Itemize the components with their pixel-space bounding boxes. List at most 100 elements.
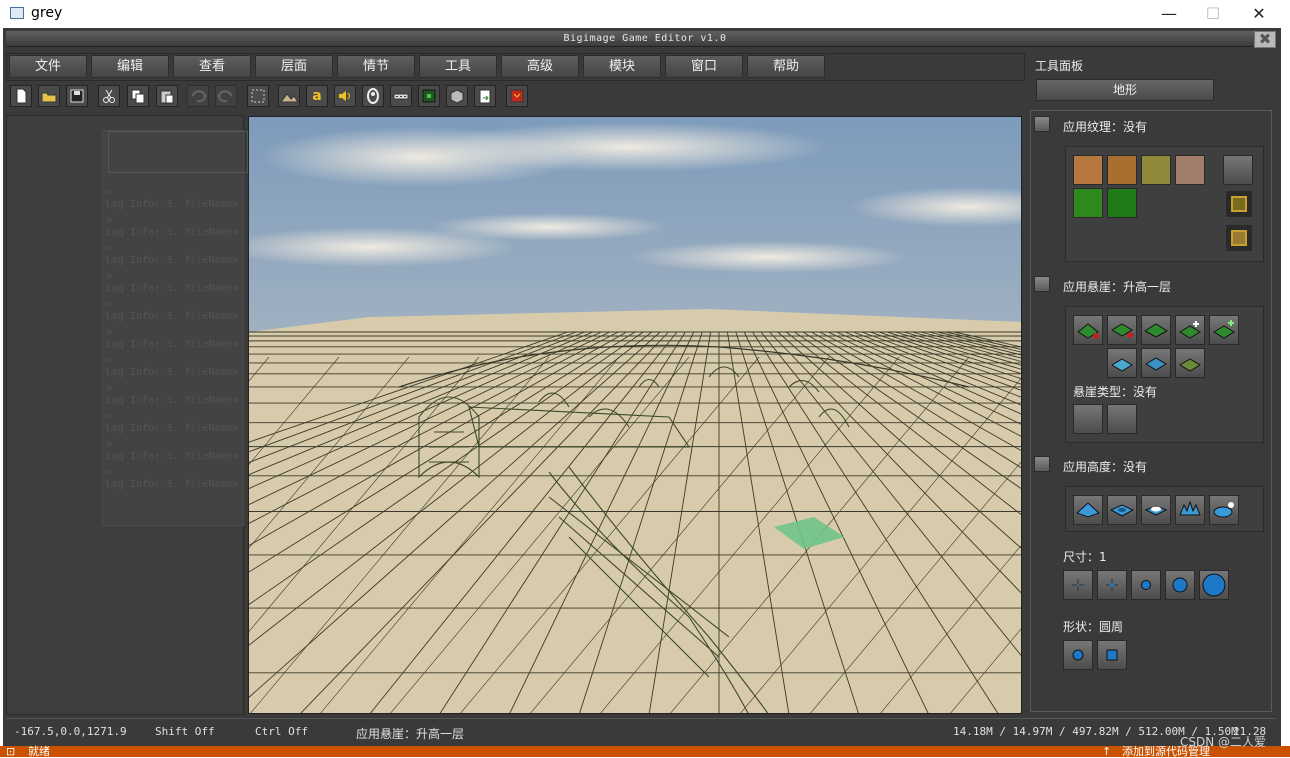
cliff-lower2-icon[interactable] — [1107, 315, 1137, 345]
texture-rock-swatch[interactable] — [1175, 155, 1205, 185]
host-status-icon: ⊡ — [6, 745, 16, 758]
editor-title: Bigimage Game Editor v1.0 — [563, 33, 727, 44]
texture-fill-icon[interactable] — [1226, 191, 1252, 217]
terrain-mode-button[interactable]: 地形 — [1036, 79, 1214, 101]
brush-circle-icon[interactable] — [1063, 640, 1093, 670]
cliff-type-button-1[interactable] — [1073, 404, 1103, 434]
tool-panel-title: 工具面板 — [1035, 59, 1084, 73]
maximize-button[interactable]: ☐ — [1190, 0, 1236, 28]
cut-icon[interactable] — [98, 85, 120, 107]
terrain-icon[interactable] — [278, 85, 300, 107]
menu-plot[interactable]: 情节 — [337, 55, 415, 78]
height-plateau-icon[interactable] — [1141, 495, 1171, 525]
brush-size-label: 尺寸：1 — [1063, 550, 1107, 564]
object-box-icon[interactable] — [446, 85, 468, 107]
brush-size-4-icon[interactable] — [1165, 570, 1195, 600]
log-line: Log Info: 3. fileName= — [106, 339, 239, 350]
menu-tools[interactable]: 工具 — [419, 55, 497, 78]
minimize-button[interactable]: — — [1146, 0, 1192, 28]
apply-cliff-checkbox[interactable] — [1034, 276, 1050, 292]
select-rect-icon[interactable] — [247, 85, 269, 107]
record-icon[interactable] — [506, 85, 528, 107]
cliff-type-button-2[interactable] — [1107, 404, 1137, 434]
close-window-button[interactable]: ✕ — [1236, 0, 1282, 28]
menu-window[interactable]: 窗口 — [665, 55, 743, 78]
app-window-icon — [10, 7, 24, 19]
texture-sand-swatch[interactable] — [1107, 155, 1137, 185]
cliff-deepwater-icon[interactable] — [1141, 348, 1171, 378]
log-prompt-marker: > — [106, 327, 113, 338]
undo-icon[interactable] — [187, 85, 209, 107]
sound-icon[interactable] — [334, 85, 356, 107]
height-lower-icon[interactable] — [1107, 495, 1137, 525]
cliff-raise-icon[interactable] — [1175, 315, 1205, 345]
copy-icon[interactable] — [127, 85, 149, 107]
height-smooth-icon[interactable] — [1209, 495, 1239, 525]
menu-view[interactable]: 查看 — [173, 55, 251, 78]
log-prompt-marker: > — [106, 215, 113, 226]
spawn-icon[interactable] — [362, 85, 384, 107]
brush-size-3-icon[interactable] — [1131, 570, 1161, 600]
menu-edit[interactable]: 编辑 — [91, 55, 169, 78]
log-prompt-marker: > — [106, 439, 113, 450]
export-icon[interactable] — [474, 85, 496, 107]
open-folder-icon[interactable] — [38, 85, 60, 107]
menu-help[interactable]: 帮助 — [747, 55, 825, 78]
brush-size-2-icon[interactable] — [1097, 570, 1127, 600]
cliff-type-label: 悬崖类型：没有 — [1073, 385, 1158, 399]
log-prompt-marker: > — [106, 411, 113, 422]
menu-file[interactable]: 文件 — [9, 55, 87, 78]
texture-grass-swatch[interactable] — [1073, 188, 1103, 218]
text-a-icon[interactable]: a — [306, 85, 328, 107]
log-line: Log Info: 3. fileName= — [106, 199, 239, 210]
window-titlebar — [0, 0, 1290, 28]
minimap-icon[interactable] — [418, 85, 440, 107]
brush-size-5-icon[interactable] — [1199, 570, 1229, 600]
new-file-icon[interactable] — [10, 85, 32, 107]
brush-size-1-icon[interactable] — [1063, 570, 1093, 600]
log-line: Log Info: 3. fileName= — [106, 283, 239, 294]
texture-empty-button[interactable] — [1223, 155, 1253, 185]
menu-layer[interactable]: 层面 — [255, 55, 333, 78]
apply-texture-label: 应用纹理：没有 — [1063, 120, 1148, 134]
brush-shape-label: 形状：圆周 — [1063, 620, 1124, 634]
texture-moss-swatch[interactable] — [1141, 155, 1171, 185]
add-source-control-icon: ↑ — [1102, 745, 1112, 758]
height-noise-icon[interactable] — [1175, 495, 1205, 525]
texture-darkgrass-swatch[interactable] — [1107, 188, 1137, 218]
3d-viewport[interactable] — [248, 116, 1022, 714]
apply-cliff-label: 应用悬崖：升高一层 — [1063, 280, 1172, 294]
log-line: Log Info: 3. fileName= — [106, 395, 239, 406]
window-title: grey — [31, 5, 63, 21]
menu-modules[interactable]: 模块 — [583, 55, 661, 78]
redo-icon[interactable] — [215, 85, 237, 107]
log-prompt-marker: > — [106, 243, 113, 254]
host-status-strip — [0, 746, 1290, 757]
texture-pattern-icon[interactable] — [1226, 225, 1252, 251]
cliff-flat-icon[interactable] — [1141, 315, 1171, 345]
paste-icon[interactable] — [156, 85, 178, 107]
apply-height-label: 应用高度：没有 — [1063, 460, 1148, 474]
cliff-raise2-icon[interactable] — [1209, 315, 1239, 345]
brush-square-icon[interactable] — [1097, 640, 1127, 670]
cliff-water-icon[interactable] — [1107, 348, 1137, 378]
texture-dirt-swatch[interactable] — [1073, 155, 1103, 185]
log-prompt-marker: > — [106, 299, 113, 310]
log-prompt-marker: > — [106, 271, 113, 282]
cliff-lower-icon[interactable] — [1073, 315, 1103, 345]
status-ctrl: Ctrl Off — [255, 725, 308, 738]
log-prompt-marker: > — [106, 383, 113, 394]
cliff-ramp-icon[interactable] — [1175, 348, 1205, 378]
height-raise-icon[interactable] — [1073, 495, 1103, 525]
status-shift: Shift Off — [155, 725, 215, 738]
watermark: CSDN @二人爱 — [1180, 735, 1267, 749]
apply-texture-checkbox[interactable] — [1034, 116, 1050, 132]
log-line: Log Info: 3. fileName= — [106, 367, 239, 378]
apply-height-checkbox[interactable] — [1034, 456, 1050, 472]
log-prompt-marker: > — [106, 355, 113, 366]
menu-advanced[interactable]: 高级 — [501, 55, 579, 78]
save-icon[interactable] — [66, 85, 88, 107]
road-icon[interactable] — [390, 85, 412, 107]
editor-close-button[interactable]: ✖ — [1254, 31, 1276, 48]
host-status-ready: 就绪 — [28, 745, 50, 758]
